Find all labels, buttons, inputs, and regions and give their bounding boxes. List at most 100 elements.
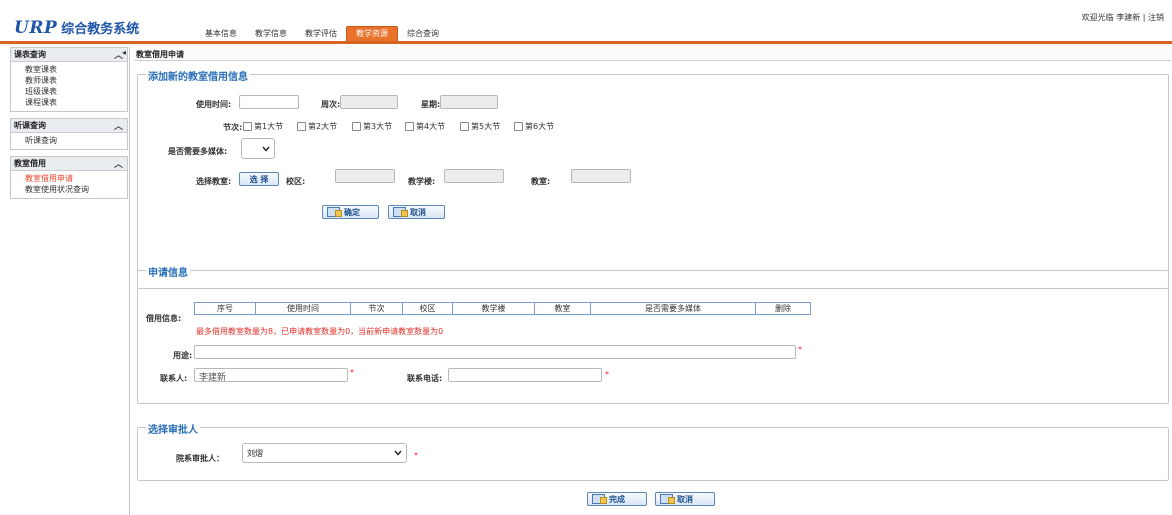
finish-icon — [592, 494, 607, 504]
select-room-button[interactable]: 选 择 — [239, 172, 279, 186]
checkbox-box[interactable] — [297, 122, 306, 131]
sidebar-item-usage-query[interactable]: 教室使用状况查询 — [11, 184, 127, 195]
campus-label: 校区: — [286, 177, 306, 186]
footer-cancel-button-label: 取消 — [677, 494, 693, 504]
section-legend: 添加新的教室借用信息 — [146, 68, 250, 83]
tab-teaching-resources[interactable]: 教学资源 — [346, 26, 398, 42]
checkbox-label: 第5大节 — [471, 122, 501, 131]
campus-input — [335, 169, 395, 183]
col-header: 使用时间 — [255, 302, 351, 315]
tab-general-query[interactable]: 综合查询 — [398, 26, 448, 42]
col-header: 是否需要多媒体 — [590, 302, 756, 315]
borrow-info-label: 借用信息: — [146, 314, 182, 323]
sidebar-item-borrow-apply[interactable]: 教室借用申请 — [11, 173, 127, 184]
chevron-up-icon[interactable]: ︿ — [114, 119, 123, 132]
approver-section: 选择审批人 院系审批人： 刘熠 * — [137, 421, 1169, 481]
period-6-checkbox[interactable]: 第6大节 — [514, 121, 554, 132]
sidebar-group-header[interactable]: 听课查询 ︿ — [11, 119, 127, 133]
weekday-input — [440, 95, 498, 109]
period-4-checkbox[interactable]: 第4大节 — [405, 121, 445, 132]
room-input — [571, 169, 631, 183]
logo: URP 综合教务系统 — [14, 18, 139, 38]
checkbox-label: 第6大节 — [525, 122, 555, 131]
chevron-up-icon[interactable]: ︿ — [114, 157, 123, 170]
multimedia-label: 是否需要多媒体: — [168, 147, 228, 156]
col-header: 删除 — [755, 302, 811, 315]
approver-selected-value: 刘熠 — [247, 448, 263, 458]
period-3-checkbox[interactable]: 第3大节 — [352, 121, 392, 132]
sidebar-group-header[interactable]: 课表查询 ︿ — [11, 48, 127, 62]
borrow-info-table: 序号 使用时间 节次 校区 教学楼 教室 是否需要多媒体 删除 — [194, 302, 811, 315]
contact-input[interactable]: 李建新 — [194, 368, 348, 383]
tab-basic-info[interactable]: 基本信息 — [196, 26, 246, 42]
week-input — [340, 95, 398, 109]
logo-urp: URP — [14, 18, 58, 38]
sidebar-group-title: 教室借用 — [14, 159, 46, 168]
tab-teaching-info[interactable]: 教学信息 — [246, 26, 296, 42]
tab-teaching-eval[interactable]: 教学评估 — [296, 26, 346, 42]
section-legend: 申请信息 — [146, 264, 190, 279]
checkbox-label: 第4大节 — [416, 122, 446, 131]
purpose-label: 用途: — [173, 351, 193, 360]
checkbox-label: 第1大节 — [254, 122, 284, 131]
sidebar-item-lecture-query[interactable]: 听课查询 — [11, 135, 127, 146]
week-label: 周次: — [321, 100, 341, 109]
sidebar-collapse-icon[interactable]: ◂ — [122, 48, 126, 57]
phone-input[interactable] — [448, 368, 602, 382]
footer-cancel-button[interactable]: 取消 — [655, 492, 715, 506]
checkbox-box[interactable] — [243, 122, 252, 131]
nav-underline — [0, 41, 1172, 44]
approver-label: 院系审批人： — [176, 454, 224, 463]
checkbox-label: 第3大节 — [363, 122, 393, 131]
sidebar-item-teacher-schedule[interactable]: 教师课表 — [11, 75, 127, 86]
approver-select[interactable]: 刘熠 — [242, 443, 407, 463]
purpose-input[interactable] — [194, 345, 796, 359]
ok-button[interactable]: 确定 — [322, 205, 379, 219]
checkbox-box[interactable] — [460, 122, 469, 131]
confirm-icon — [327, 207, 342, 217]
borrow-limit-note: 最多借用教室数量为8，已申请教室数量为0，当前新申请教室数量为0 — [196, 327, 444, 336]
sidebar-group-schedule: 课表查询 ︿ 教室课表 教师课表 班级课表 课程课表 — [10, 47, 128, 112]
period-1-checkbox[interactable]: 第1大节 — [243, 121, 283, 132]
apply-info-section: 申请信息 借用信息: 序号 使用时间 节次 校区 教学楼 教室 是否需要多媒体 … — [137, 264, 1169, 404]
sidebar-item-class-schedule[interactable]: 班级课表 — [11, 86, 127, 97]
sidebar-group-lecture: 听课查询 ︿ 听课查询 — [10, 118, 128, 150]
required-mark: * — [414, 451, 418, 460]
sidebar: 课表查询 ︿ 教室课表 教师课表 班级课表 课程课表 听课查询 ︿ 听课查询 教… — [10, 47, 130, 515]
use-time-input[interactable] — [239, 95, 299, 109]
page-title: 教室借用申请 — [134, 47, 1171, 61]
finish-button-label: 完成 — [609, 494, 625, 504]
cancel-button[interactable]: 取消 — [388, 205, 445, 219]
period-5-checkbox[interactable]: 第5大节 — [460, 121, 500, 132]
multimedia-select[interactable] — [241, 138, 275, 159]
period-2-checkbox[interactable]: 第2大节 — [297, 121, 337, 132]
checkbox-box[interactable] — [405, 122, 414, 131]
finish-button[interactable]: 完成 — [587, 492, 647, 506]
required-mark: * — [350, 368, 354, 377]
section-legend: 选择审批人 — [146, 421, 200, 436]
required-mark: * — [605, 370, 609, 379]
checkbox-box[interactable] — [514, 122, 523, 131]
sidebar-group-header[interactable]: 教室借用 ︿ — [11, 157, 127, 171]
required-mark: * — [798, 345, 802, 354]
col-header: 教学楼 — [452, 302, 535, 315]
checkbox-label: 第2大节 — [308, 122, 338, 131]
building-label: 教学楼: — [408, 177, 436, 186]
top-nav: 基本信息 教学信息 教学评估 教学资源 综合查询 — [196, 24, 448, 42]
welcome-text[interactable]: 欢迎光临 李建新 | 注销 — [1082, 12, 1164, 23]
contact-label: 联系人: — [160, 374, 188, 383]
chevron-down-icon — [262, 146, 270, 152]
cancel-icon — [393, 207, 408, 217]
cancel-icon — [660, 494, 675, 504]
sidebar-item-classroom-schedule[interactable]: 教室课表 — [11, 64, 127, 75]
period-label: 节次: — [223, 123, 243, 132]
col-header: 序号 — [194, 302, 256, 315]
weekday-label: 星期: — [421, 100, 441, 109]
sidebar-group-title: 课表查询 — [14, 50, 46, 59]
use-time-label: 使用时间: — [196, 100, 232, 109]
sidebar-item-course-schedule[interactable]: 课程课表 — [11, 97, 127, 108]
col-header: 教室 — [534, 302, 591, 315]
checkbox-box[interactable] — [352, 122, 361, 131]
col-header: 校区 — [402, 302, 453, 315]
sidebar-group-title: 听课查询 — [14, 121, 46, 130]
